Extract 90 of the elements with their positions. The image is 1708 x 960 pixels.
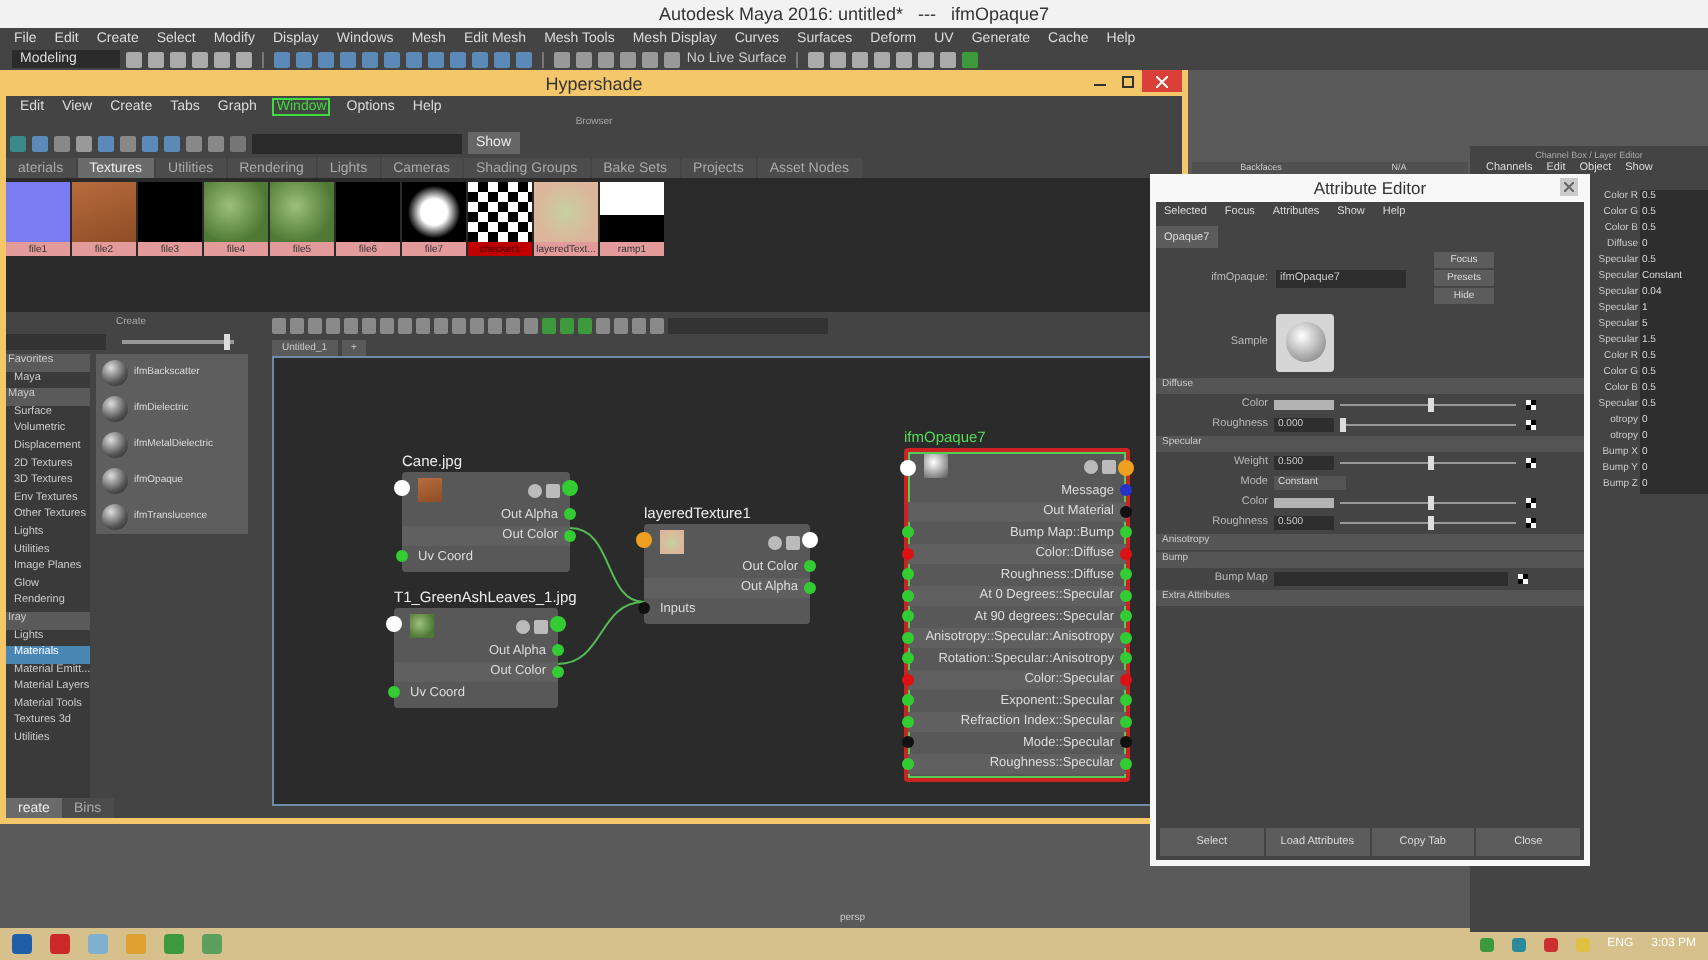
- port-dot[interactable]: [902, 526, 914, 539]
- sphere-icon[interactable]: [102, 467, 128, 493]
- color-well[interactable]: [1274, 399, 1334, 409]
- list-icon[interactable]: [1102, 459, 1116, 473]
- port-dot[interactable]: [1120, 610, 1132, 623]
- port-dot[interactable]: [1120, 568, 1132, 581]
- sphere-icon: [1285, 322, 1325, 362]
- port-dot[interactable]: [902, 757, 914, 770]
- circle-icon[interactable]: [528, 483, 542, 497]
- slider-thumb[interactable]: [1428, 495, 1434, 509]
- port-dot[interactable]: [1120, 757, 1132, 770]
- input-port-icon[interactable]: [386, 616, 402, 632]
- port-dot[interactable]: [1120, 673, 1132, 686]
- tray-icon[interactable]: [1543, 937, 1558, 951]
- port-dot[interactable]: [804, 581, 816, 594]
- connection-wire: [557, 601, 645, 665]
- port-dot[interactable]: [902, 589, 914, 602]
- list-icon[interactable]: [534, 619, 548, 633]
- texture-thumbnail[interactable]: [270, 182, 334, 242]
- input-port-icon[interactable]: [636, 532, 652, 548]
- texture-thumbnail[interactable]: [138, 182, 202, 242]
- search-field[interactable]: [252, 133, 462, 153]
- input-port-icon[interactable]: [900, 460, 916, 476]
- port-dot[interactable]: [902, 568, 914, 581]
- port-dot[interactable]: [902, 673, 914, 686]
- slider-thumb[interactable]: [1428, 397, 1434, 411]
- port-dot[interactable]: [902, 610, 914, 623]
- sphere-icon[interactable]: [102, 359, 128, 385]
- port-dot[interactable]: [564, 508, 576, 521]
- texture-thumbnail[interactable]: [600, 182, 664, 242]
- port-dot[interactable]: [552, 644, 564, 657]
- port-dot[interactable]: [902, 652, 914, 665]
- app-title-bar: Autodesk Maya 2016: untitled* --- ifmOpaque7: [0, 0, 1708, 28]
- port-dot[interactable]: [1120, 715, 1132, 728]
- port-dot[interactable]: [1120, 547, 1132, 560]
- port-dot[interactable]: [1120, 526, 1132, 539]
- port-dot[interactable]: [396, 550, 408, 563]
- texture-thumbnail[interactable]: [204, 182, 268, 242]
- tray-icon[interactable]: [1479, 937, 1494, 951]
- search-field[interactable]: [6, 334, 106, 350]
- output-port-icon[interactable]: [1118, 460, 1134, 476]
- texture-thumbnail[interactable]: [336, 182, 400, 242]
- port-dot[interactable]: [1120, 631, 1132, 644]
- circle-icon[interactable]: [516, 619, 530, 633]
- texture-thumbnail[interactable]: [6, 182, 70, 242]
- list-icon[interactable]: [786, 535, 800, 549]
- map-field[interactable]: [1274, 571, 1508, 585]
- port-dot[interactable]: [1120, 736, 1132, 749]
- window-title: Attribute Editor: [1156, 174, 1584, 202]
- port-dot[interactable]: [902, 547, 914, 560]
- port-dot[interactable]: [1120, 505, 1132, 518]
- port-dot[interactable]: [1120, 652, 1132, 665]
- port-dot[interactable]: [638, 602, 650, 615]
- port-dot[interactable]: [804, 560, 816, 573]
- shader-node[interactable]: [904, 448, 1130, 782]
- sphere-icon[interactable]: [102, 503, 128, 529]
- slider-thumb[interactable]: [1340, 417, 1346, 431]
- port-dot[interactable]: [902, 694, 914, 707]
- port-dot[interactable]: [1120, 589, 1132, 602]
- slider-thumb[interactable]: [1428, 455, 1434, 469]
- port-dot[interactable]: [564, 529, 576, 542]
- slider-thumb[interactable]: [224, 334, 231, 350]
- output-port-icon[interactable]: [802, 532, 818, 548]
- list-icon[interactable]: [546, 483, 560, 497]
- input-port-icon[interactable]: [394, 480, 410, 496]
- port-dot[interactable]: [902, 736, 914, 749]
- map-icon[interactable]: [1518, 573, 1528, 583]
- texture-thumbnail[interactable]: [468, 182, 532, 242]
- close-icon[interactable]: [1142, 70, 1182, 92]
- port-dot[interactable]: [388, 686, 400, 699]
- output-port-icon[interactable]: [550, 616, 566, 632]
- color-well[interactable]: [1274, 497, 1334, 507]
- close-icon[interactable]: [1560, 178, 1578, 196]
- port-dot[interactable]: [902, 715, 914, 728]
- map-icon[interactable]: [1526, 457, 1536, 467]
- texture-thumbnail[interactable]: [72, 182, 136, 242]
- sphere-icon[interactable]: [102, 431, 128, 457]
- port-dot[interactable]: [552, 665, 564, 678]
- texture-thumbnail[interactable]: [402, 182, 466, 242]
- window-title: Hypershade: [6, 70, 1182, 96]
- sphere-icon[interactable]: [102, 395, 128, 421]
- texture-thumbnail[interactable]: [534, 182, 598, 242]
- circle-icon[interactable]: [768, 535, 782, 549]
- output-port-icon[interactable]: [562, 480, 578, 496]
- tray-icon[interactable]: [1511, 937, 1526, 951]
- port-dot[interactable]: [1120, 694, 1132, 707]
- port-dot[interactable]: [902, 631, 914, 644]
- slider-thumb[interactable]: [1428, 515, 1434, 529]
- circle-icon[interactable]: [1084, 459, 1098, 473]
- port-dot[interactable]: [1120, 484, 1132, 497]
